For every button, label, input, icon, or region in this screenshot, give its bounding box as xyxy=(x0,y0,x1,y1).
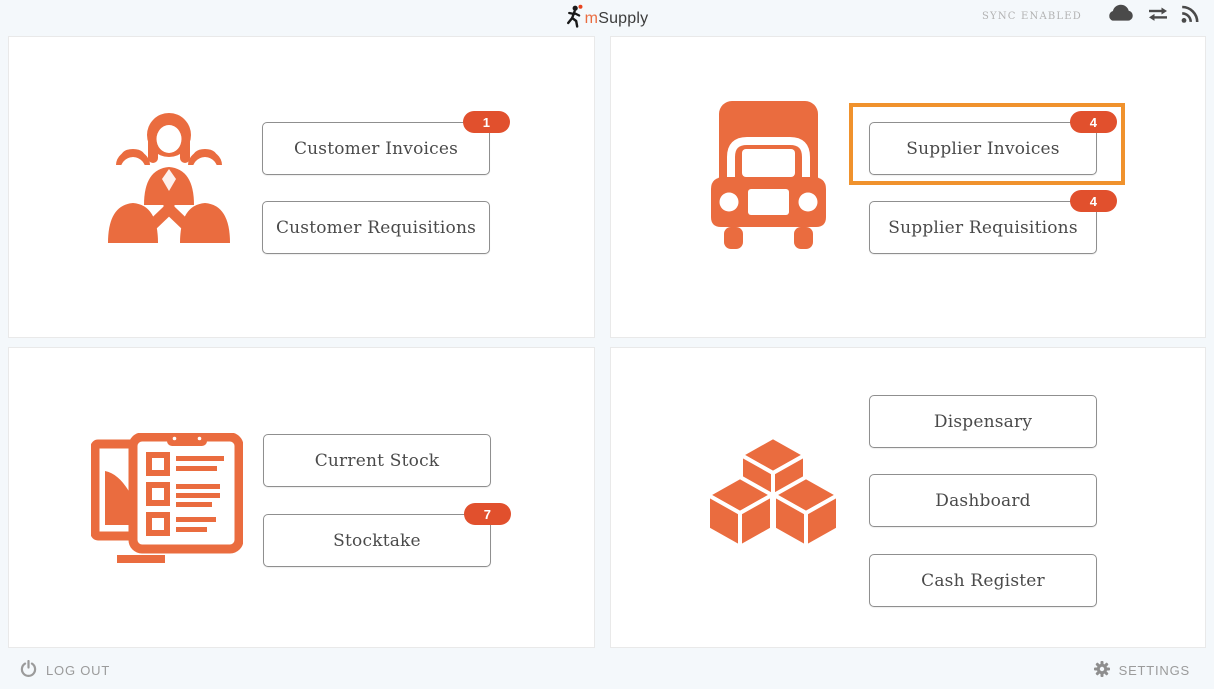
cloud-icon xyxy=(1104,3,1136,30)
brand-text: mSupply xyxy=(585,10,649,28)
stocktake-label: Stocktake xyxy=(333,531,421,551)
running-man-icon xyxy=(566,4,583,33)
dashboard-button[interactable]: Dashboard xyxy=(869,474,1097,527)
customer-requisitions-label: Customer Requisitions xyxy=(276,218,476,238)
stocktake-badge: 7 xyxy=(464,503,511,525)
modules-card: Dispensary Dashboard Cash Register xyxy=(610,347,1206,648)
log-out-label: LOG OUT xyxy=(46,663,110,678)
msupply-home-screen: { "header": { "brand": { "m": "m", "rest… xyxy=(0,0,1214,689)
customer-requisitions-button[interactable]: Customer Requisitions xyxy=(262,201,490,254)
settings-button[interactable]: SETTINGS xyxy=(1094,661,1190,680)
msupply-logo: mSupply xyxy=(566,4,649,33)
customers-people-icon xyxy=(106,109,232,256)
header: mSupply SYNC ENABLED xyxy=(0,0,1214,32)
customers-card: Customer Invoices 1 Customer Requisition… xyxy=(8,36,595,338)
supplier-invoices-badge: 4 xyxy=(1070,111,1117,133)
modules-cubes-icon xyxy=(706,431,840,555)
stocktake-button[interactable]: Stocktake 7 xyxy=(263,514,491,567)
supplier-requisitions-button[interactable]: Supplier Requisitions 4 xyxy=(869,201,1097,254)
dashboard-label: Dashboard xyxy=(935,491,1031,511)
supplier-invoices-button[interactable]: Supplier Invoices 4 xyxy=(869,122,1097,175)
dispensary-button[interactable]: Dispensary xyxy=(869,395,1097,448)
dispensary-label: Dispensary xyxy=(934,412,1032,432)
sync-status-area: SYNC ENABLED xyxy=(982,0,1200,32)
current-stock-button[interactable]: Current Stock xyxy=(263,434,491,487)
supplier-truck-icon xyxy=(711,101,826,254)
gear-icon xyxy=(1094,661,1110,680)
rss-icon xyxy=(1180,4,1200,29)
supplier-requisitions-badge: 4 xyxy=(1070,190,1117,212)
settings-label: SETTINGS xyxy=(1119,663,1190,678)
suppliers-card: Supplier Invoices 4 Supplier Requisition… xyxy=(610,36,1206,338)
stock-monitor-clipboard-icon xyxy=(91,433,243,573)
cash-register-label: Cash Register xyxy=(921,571,1045,591)
stock-card: Current Stock Stocktake 7 xyxy=(8,347,595,648)
cash-register-button[interactable]: Cash Register xyxy=(869,554,1097,607)
customer-invoices-badge: 1 xyxy=(463,111,510,133)
sync-arrows-icon xyxy=(1146,5,1170,28)
customer-invoices-button[interactable]: Customer Invoices 1 xyxy=(262,122,490,175)
current-stock-label: Current Stock xyxy=(315,451,440,471)
power-icon xyxy=(20,660,37,680)
customer-invoices-label: Customer Invoices xyxy=(294,139,458,159)
sync-status-label: SYNC ENABLED xyxy=(982,11,1082,22)
log-out-button[interactable]: LOG OUT xyxy=(20,660,110,680)
supplier-requisitions-label: Supplier Requisitions xyxy=(888,218,1078,238)
supplier-invoices-label: Supplier Invoices xyxy=(906,139,1059,159)
